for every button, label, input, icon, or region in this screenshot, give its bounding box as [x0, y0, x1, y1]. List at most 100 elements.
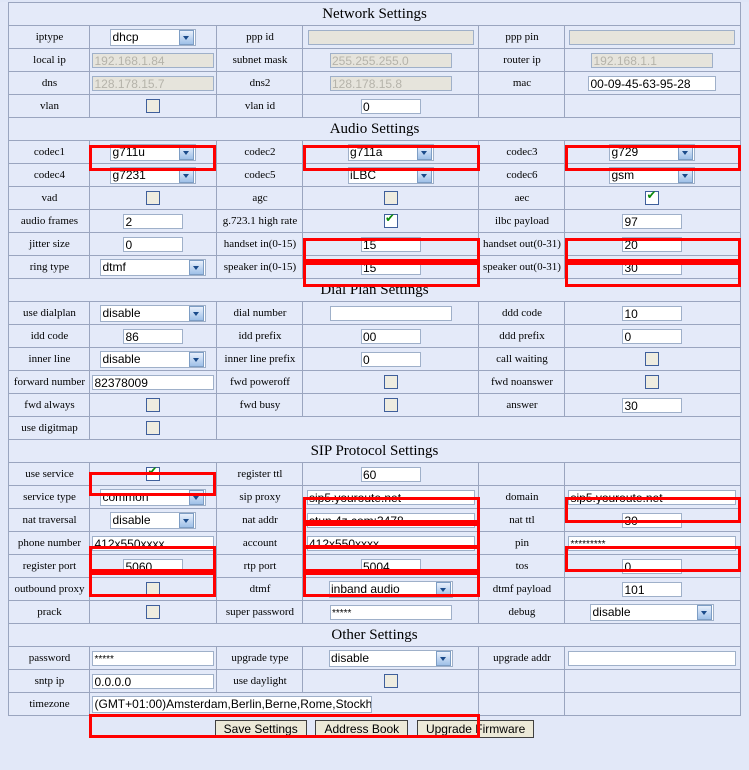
pin-input[interactable]: ********* [568, 535, 737, 551]
dial-number-input[interactable] [329, 305, 452, 321]
ilbc-payload-input[interactable]: 97 [622, 213, 683, 229]
codec1-select[interactable]: g711u [110, 143, 197, 161]
use-service-checkbox[interactable] [146, 465, 161, 481]
agc-checkbox[interactable] [383, 191, 398, 205]
cell-super-password: ***** [302, 600, 480, 624]
empty-cell [216, 416, 741, 440]
nat-addr-input[interactable]: stun.4z.com:3478 [306, 512, 475, 528]
aec-checkbox[interactable] [645, 189, 660, 205]
idd-prefix-input[interactable]: 00 [360, 328, 421, 344]
cell-account: 412x550xxxx [302, 531, 480, 555]
table-row: forward number 82378009 fwd poweroff fwd… [8, 370, 741, 394]
label-rtp-port: rtp port [216, 554, 304, 578]
cell-codec3: g729 [564, 140, 741, 164]
upgrade-addr-input[interactable] [568, 650, 737, 666]
label-speaker-out: speaker out(0-31) [478, 255, 566, 279]
router-ip-input[interactable]: 192.168.1.1 [591, 52, 714, 68]
address-book-button[interactable]: Address Book [315, 720, 409, 738]
fwd-poweroff-checkbox[interactable] [383, 375, 398, 389]
g7231-high-rate-checkbox[interactable] [383, 212, 398, 228]
codec4-select[interactable]: g7231 [110, 166, 197, 184]
chevron-down-icon [189, 489, 205, 505]
prack-checkbox[interactable] [146, 605, 161, 619]
cell-ddd-prefix: 0 [564, 324, 741, 348]
upgrade-type-select[interactable]: disable [328, 649, 453, 667]
iptype-select[interactable]: dhcp [110, 28, 197, 46]
codec2-select[interactable]: g711a [347, 143, 434, 161]
ppp-id-input[interactable] [307, 29, 474, 45]
handset-out-input[interactable]: 20 [622, 236, 683, 252]
sntp-ip-input[interactable]: 0.0.0.0 [92, 673, 215, 689]
sip-proxy-input[interactable]: sip5.youroute.net [306, 489, 475, 505]
forward-number-input[interactable]: 82378009 [92, 374, 215, 390]
chevron-down-icon [435, 650, 451, 666]
fwd-busy-checkbox[interactable] [383, 398, 398, 412]
upgrade-firmware-button[interactable]: Upgrade Firmware [416, 720, 535, 738]
label-service-type: service type [8, 485, 91, 509]
nat-traversal-select[interactable]: disable [110, 511, 197, 529]
use-daylight-checkbox[interactable] [383, 674, 398, 688]
phone-number-input[interactable]: 412x550xxxx [92, 535, 215, 551]
ddd-prefix-input[interactable]: 0 [622, 328, 683, 344]
fwd-noanswer-checkbox[interactable] [645, 375, 660, 389]
label-vad: vad [8, 186, 91, 210]
vlan-id-input[interactable]: 0 [360, 98, 421, 114]
register-port-input[interactable]: 5060 [123, 558, 184, 574]
cell-ppp-pin [564, 25, 741, 49]
codec6-select[interactable]: gsm [609, 166, 696, 184]
label-idd-prefix: idd prefix [216, 324, 304, 348]
vad-checkbox[interactable] [146, 191, 161, 205]
ddd-code-input[interactable]: 10 [622, 305, 683, 321]
timezone-select[interactable]: (GMT+01:00)Amsterdam,Berlin,Berne,Rome,S… [92, 695, 373, 713]
save-settings-button[interactable]: Save Settings [214, 720, 307, 738]
cell-fwd-always [89, 393, 218, 417]
ring-type-select[interactable]: dtmf [100, 258, 207, 276]
cell-forward-number: 82378009 [89, 370, 218, 394]
dns-input[interactable]: 128.178.15.7 [92, 75, 215, 91]
domain-input[interactable]: sip5.youroute.net [568, 489, 737, 505]
fwd-always-checkbox[interactable] [146, 398, 161, 412]
use-digitmap-checkbox[interactable] [146, 421, 161, 435]
idd-code-input[interactable]: 86 [123, 328, 184, 344]
vlan-checkbox[interactable] [146, 99, 161, 113]
answer-input[interactable]: 30 [622, 397, 683, 413]
outbound-proxy-checkbox[interactable] [146, 582, 161, 596]
label-use-dialplan: use dialplan [8, 301, 91, 325]
jitter-size-input[interactable]: 0 [123, 236, 184, 252]
mac-input[interactable]: 00-09-45-63-95-28 [588, 75, 717, 91]
chevron-down-icon [189, 305, 205, 321]
account-input[interactable]: 412x550xxxx [306, 535, 475, 551]
dns2-input[interactable]: 128.178.15.8 [329, 75, 452, 91]
speaker-out-input[interactable]: 30 [622, 259, 683, 275]
label-codec5: codec5 [216, 163, 304, 187]
inner-line-select[interactable]: disable [100, 350, 207, 368]
use-dialplan-select-value: disable [102, 306, 141, 320]
cell-ppp-id [302, 25, 480, 49]
subnet-mask-input[interactable]: 255.255.255.0 [329, 52, 452, 68]
tos-input[interactable]: 0 [622, 558, 683, 574]
table-row: codec1 g711u codec2 g711a codec3 g729 [8, 140, 741, 164]
dtmf-select[interactable]: inband audio [328, 580, 453, 598]
codec5-select[interactable]: iLBC [347, 166, 434, 184]
use-dialplan-select[interactable]: disable [100, 304, 207, 322]
rtp-port-input[interactable]: 5004 [360, 558, 421, 574]
inner-line-prefix-input[interactable]: 0 [360, 351, 421, 367]
audio-frames-input[interactable]: 2 [123, 213, 184, 229]
call-waiting-checkbox[interactable] [645, 352, 660, 366]
super-password-input[interactable]: ***** [329, 604, 452, 620]
local-ip-input[interactable]: 192.168.1.84 [92, 52, 215, 68]
codec3-select[interactable]: g729 [609, 143, 696, 161]
ppp-pin-input[interactable] [569, 29, 736, 45]
register-ttl-input[interactable]: 60 [360, 466, 421, 482]
label-pin: pin [478, 531, 566, 555]
service-type-select[interactable]: common [100, 488, 207, 506]
dtmf-payload-input[interactable]: 101 [622, 581, 683, 597]
cell-fwd-busy [302, 393, 480, 417]
password-input[interactable]: ***** [92, 650, 215, 666]
speaker-in-input[interactable]: 15 [360, 259, 421, 275]
debug-select[interactable]: disable [590, 603, 715, 621]
handset-in-input[interactable]: 15 [360, 236, 421, 252]
cell-upgrade-addr [564, 646, 741, 670]
nat-ttl-input[interactable]: 30 [622, 512, 683, 528]
cell-upgrade-type: disable [302, 646, 480, 670]
